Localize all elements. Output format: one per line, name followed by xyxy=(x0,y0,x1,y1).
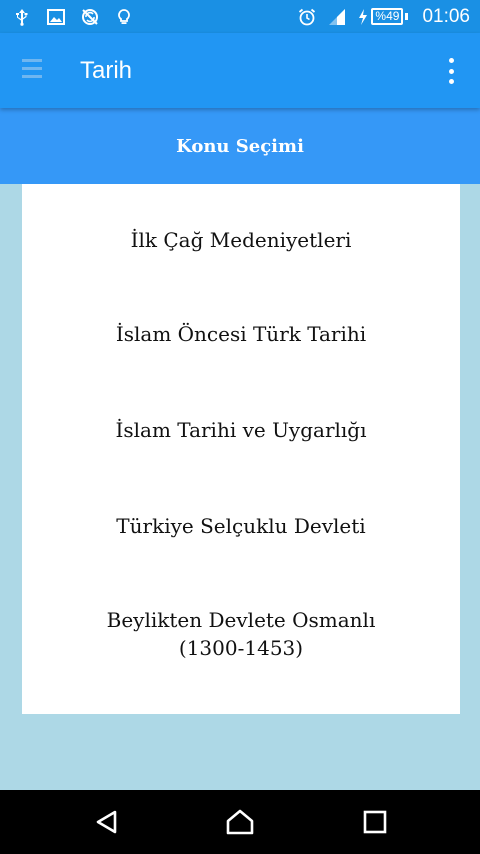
app-title: Tarih xyxy=(80,57,133,84)
topic-label: Türkiye Selçuklu Devleti xyxy=(116,514,366,538)
app-bar: Tarih xyxy=(0,33,480,108)
topic-item-islam-oncesi[interactable]: İslam Öncesi Türk Tarihi xyxy=(22,320,460,348)
topic-label: İslam Tarihi ve Uygarlığı xyxy=(115,418,367,442)
section-header: Konu Seçimi xyxy=(0,108,480,184)
back-triangle-icon[interactable] xyxy=(92,808,122,836)
status-right-icons: %49 01:06 xyxy=(297,0,470,33)
hamburger-menu-icon[interactable] xyxy=(22,59,42,81)
topic-list: İlk Çağ Medeniyetleri İslam Öncesi Türk … xyxy=(22,184,460,714)
topic-item-osmanli[interactable]: Beylikten Devlete Osmanlı (1300-1453) xyxy=(22,606,460,662)
status-left-icons xyxy=(12,0,134,33)
topic-label: Beylikten Devlete Osmanlı xyxy=(106,608,376,632)
home-icon[interactable] xyxy=(225,808,255,836)
battery-indicator: %49 xyxy=(357,7,409,27)
charging-icon xyxy=(357,7,369,27)
section-title: Konu Seçimi xyxy=(176,135,304,157)
status-time: 01:06 xyxy=(422,5,470,27)
usb-icon xyxy=(12,7,32,27)
no-sync-icon xyxy=(80,7,100,27)
status-bar: %49 01:06 xyxy=(0,0,480,33)
topic-item-islam-tarihi[interactable]: İslam Tarihi ve Uygarlığı xyxy=(22,416,460,444)
topic-item-selcuklu[interactable]: Türkiye Selçuklu Devleti xyxy=(22,512,460,540)
signal-icon xyxy=(327,7,347,27)
topic-label: İslam Öncesi Türk Tarihi xyxy=(115,322,367,346)
topic-item-ilk-cag[interactable]: İlk Çağ Medeniyetleri xyxy=(22,226,460,254)
more-vertical-icon[interactable] xyxy=(442,58,460,84)
image-icon xyxy=(46,7,66,27)
navigation-bar xyxy=(0,790,480,854)
topic-label: İlk Çağ Medeniyetleri xyxy=(130,228,352,252)
alarm-icon xyxy=(297,7,317,27)
battery-level: %49 xyxy=(371,8,404,25)
battery-tip xyxy=(405,13,409,20)
recents-square-icon[interactable] xyxy=(360,808,390,836)
bulb-icon xyxy=(114,7,134,27)
topic-sublabel: (1300-1453) xyxy=(178,636,304,660)
